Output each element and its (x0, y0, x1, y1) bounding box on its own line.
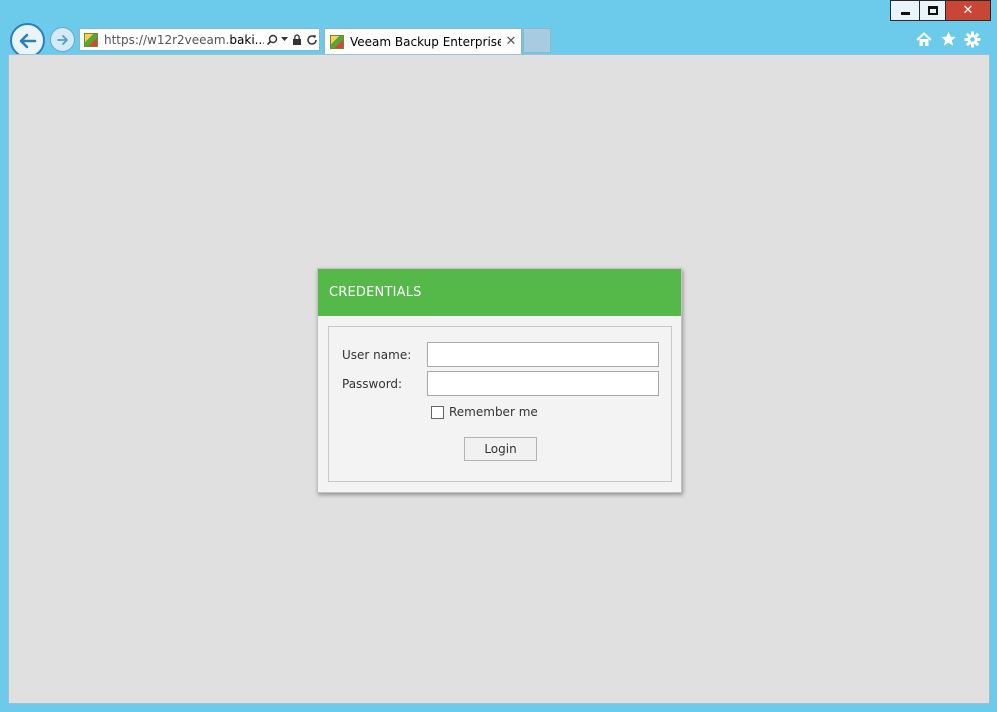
back-button[interactable] (10, 23, 45, 58)
arrow-right-icon (56, 34, 68, 45)
settings-gear-icon[interactable] (962, 28, 982, 50)
maximize-icon (927, 6, 938, 15)
remember-me-option[interactable]: Remember me (431, 405, 538, 419)
credentials-dialog: CREDENTIALS User name: Password: Remembe… (317, 268, 682, 493)
url-host: w12r2veeam. (147, 32, 230, 47)
remember-me-checkbox[interactable] (431, 405, 444, 419)
url-text[interactable]: https://w12r2veeam.baki... (104, 33, 264, 47)
site-favicon-icon (84, 32, 98, 47)
close-window-button[interactable]: ✕ (946, 0, 991, 21)
password-input[interactable] (427, 371, 659, 396)
tab-veeam-backup[interactable]: Veeam Backup Enterprise ... ✕ (324, 28, 522, 54)
login-form: User name: Password: Remember me Login (328, 326, 672, 482)
lock-icon[interactable] (289, 33, 304, 46)
dropdown-arrow-icon[interactable] (279, 37, 289, 42)
search-icon[interactable] (264, 34, 279, 46)
login-button[interactable]: Login (464, 437, 537, 461)
remember-me-label[interactable]: Remember me (449, 405, 538, 419)
password-label: Password: (342, 376, 403, 391)
tab-title: Veeam Backup Enterprise ... (350, 34, 501, 49)
url-prefix: https:// (104, 32, 148, 47)
dialog-title: CREDENTIALS (318, 269, 681, 316)
username-label: User name: (342, 347, 412, 362)
favorites-star-icon[interactable] (938, 28, 958, 50)
address-bar[interactable]: https://w12r2veeam.baki... (79, 28, 320, 51)
arrow-left-icon (19, 33, 36, 48)
url-domain: baki... (229, 32, 264, 47)
password-row: Password: (342, 371, 659, 396)
username-input[interactable] (427, 342, 659, 367)
minimize-icon (900, 12, 910, 15)
tab-close-icon[interactable]: ✕ (501, 34, 521, 49)
new-tab-button[interactable] (523, 28, 551, 53)
close-icon: ✕ (962, 3, 974, 18)
tab-favicon-icon (330, 34, 344, 49)
maximize-button[interactable] (919, 0, 946, 21)
forward-button[interactable] (50, 27, 75, 52)
refresh-icon[interactable] (304, 34, 319, 46)
page-viewport: CREDENTIALS User name: Password: Remembe… (8, 54, 990, 704)
username-row: User name: (342, 342, 659, 367)
home-icon[interactable] (914, 28, 934, 50)
minimize-button[interactable] (890, 0, 919, 21)
